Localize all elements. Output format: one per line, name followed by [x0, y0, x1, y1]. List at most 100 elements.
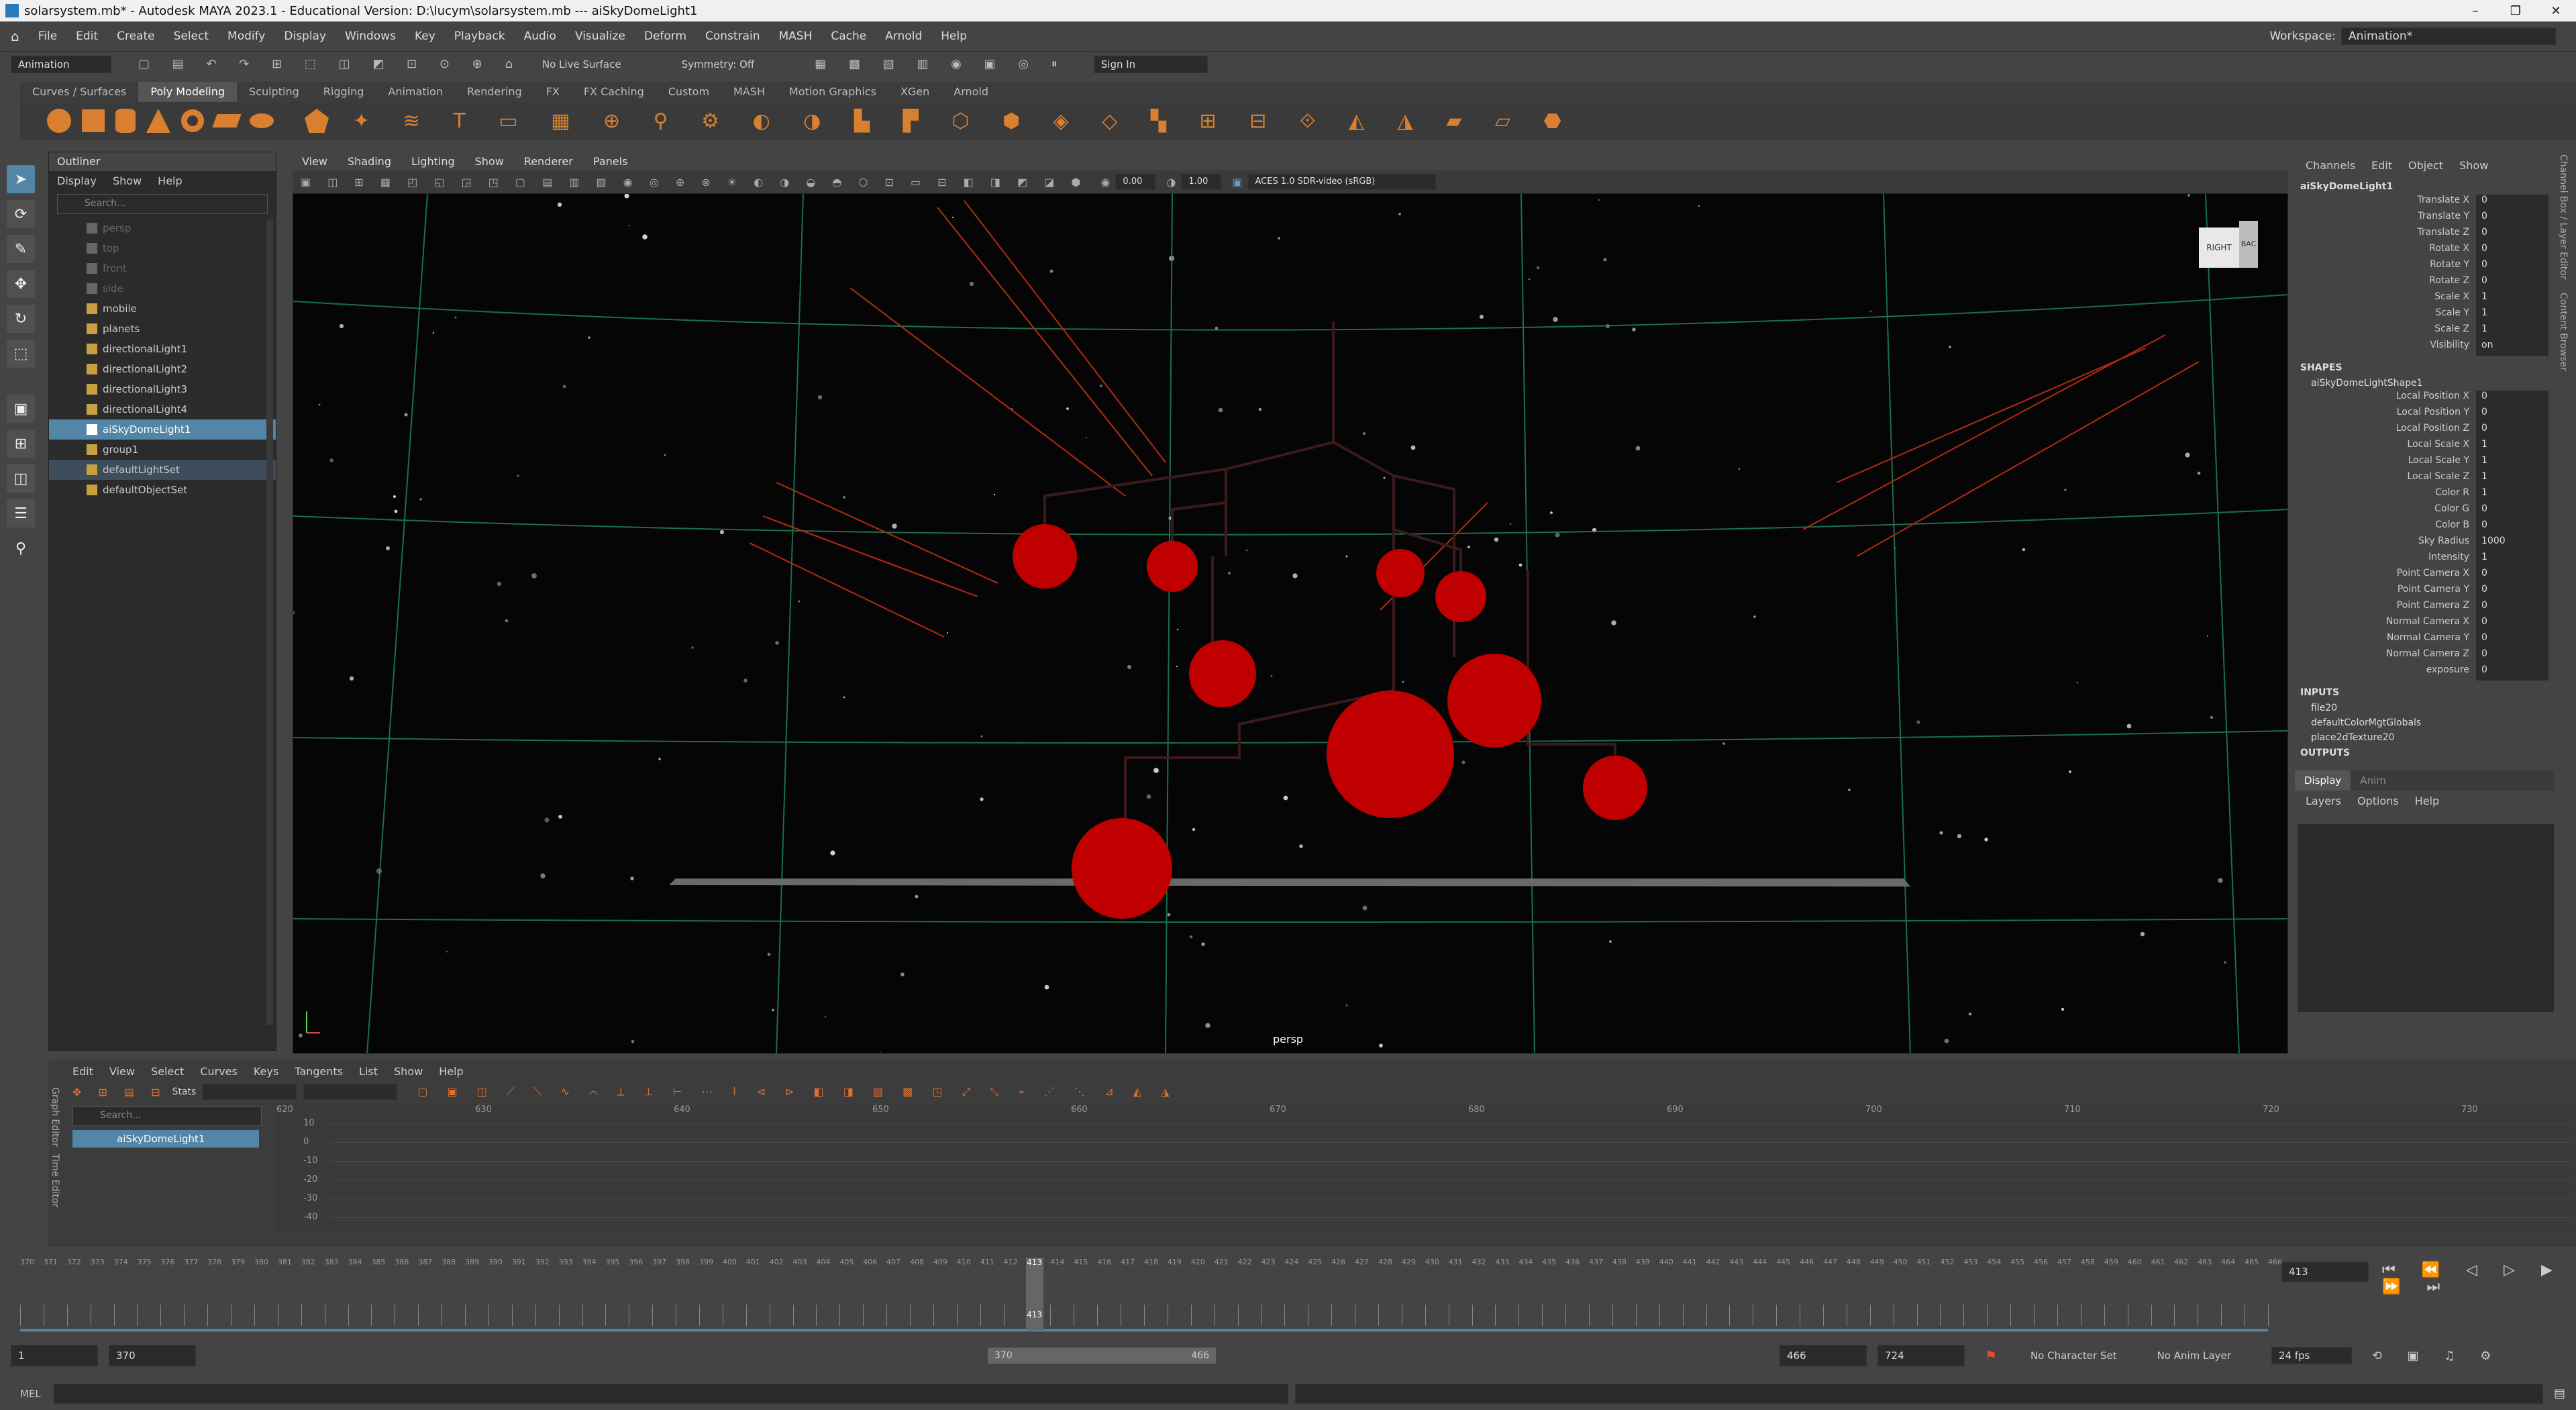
two-view-icon[interactable]: ◫ [7, 464, 35, 493]
channel-value[interactable]: 0 [2476, 259, 2548, 275]
rotate-tool-icon[interactable]: ↻ [7, 305, 35, 333]
layer-menu-help[interactable]: Help [2415, 795, 2439, 807]
channel-row[interactable]: Translate Y0 [2295, 211, 2554, 227]
channel-label[interactable]: Local Scale X [2295, 439, 2476, 455]
current-time-marker[interactable]: 413 413 [1025, 1258, 1043, 1330]
outliner-item[interactable]: directionalLight4 [49, 399, 276, 419]
live-surface-field[interactable]: No Live Surface [542, 58, 621, 70]
menu-audio[interactable]: Audio [524, 30, 556, 43]
channel-label[interactable]: Normal Camera Z [2295, 648, 2476, 664]
ge-menu-keys[interactable]: Keys [254, 1065, 278, 1078]
channel-label[interactable]: Visibility [2295, 340, 2476, 356]
viewcube-right[interactable]: RIGHT [2199, 228, 2239, 268]
vp-menu-lighting[interactable]: Lighting [411, 155, 455, 168]
menu-deform[interactable]: Deform [644, 30, 686, 43]
channel-row[interactable]: Scale Y1 [2295, 307, 2554, 323]
channel-label[interactable]: Local Position Z [2295, 423, 2476, 439]
menu-modify[interactable]: Modify [227, 30, 265, 43]
vp-menu-view[interactable]: View [302, 155, 327, 168]
channel-row[interactable]: Local Position X0 [2295, 391, 2554, 407]
shelf-tab-fx-caching[interactable]: FX Caching [572, 82, 656, 102]
channel-value[interactable]: 1 [2476, 552, 2548, 568]
stats-field-1[interactable] [203, 1084, 297, 1100]
menu-file[interactable]: File [38, 30, 57, 43]
ge-menu-edit[interactable]: Edit [72, 1065, 93, 1078]
channel-value[interactable]: 1 [2476, 455, 2548, 471]
menu-mash[interactable]: MASH [778, 30, 812, 43]
channel-row[interactable]: Scale Z1 [2295, 323, 2554, 340]
fps-select[interactable]: 24 fps [2271, 1347, 2352, 1364]
search-icon[interactable]: ⚲ [7, 534, 35, 562]
shelf-tab-rigging[interactable]: Rigging [311, 82, 376, 102]
channel-row[interactable]: Normal Camera Z0 [2295, 648, 2554, 664]
channel-row[interactable]: Normal Camera X0 [2295, 616, 2554, 632]
ge-menu-help[interactable]: Help [439, 1065, 463, 1078]
platonic-solid-icon[interactable] [305, 109, 329, 133]
shelf-tab-poly-modeling[interactable]: Poly Modeling [138, 82, 238, 102]
outliner-item[interactable]: mobile [49, 299, 276, 319]
range-start-field[interactable]: 370 [109, 1345, 196, 1366]
menu-display[interactable]: Display [284, 30, 326, 43]
mel-label[interactable]: MEL [20, 1388, 54, 1400]
exposure-field[interactable]: 0.00 [1115, 174, 1156, 190]
poly-cone-icon[interactable] [146, 109, 170, 133]
scale-tool-icon[interactable]: ⬚ [7, 340, 35, 368]
channel-label[interactable]: Color B [2295, 519, 2476, 536]
menu-select[interactable]: Select [174, 30, 209, 43]
viewcube[interactable]: RIGHT BAC [2199, 221, 2259, 274]
layer-menu-options[interactable]: Options [2357, 795, 2399, 807]
menu-arnold[interactable]: Arnold [885, 30, 922, 43]
select-tool-icon[interactable]: ➤ [7, 165, 35, 193]
vp-menu-shading[interactable]: Shading [348, 155, 391, 168]
outliner-layout-icon[interactable]: ☰ [7, 499, 35, 527]
minimize-button[interactable]: – [2455, 4, 2495, 18]
range-tool-icons[interactable]: ⟲ ▣ ♫ ⚙ [2372, 1349, 2502, 1363]
scene-start-field[interactable]: 1 [11, 1345, 98, 1366]
graph-area[interactable]: 620 630 640 650 660 670 680 690 700 710 720 730 10 0… [276, 1105, 2571, 1232]
outliner-item[interactable]: directionalLight2 [49, 359, 276, 379]
menu-edit[interactable]: Edit [76, 30, 98, 43]
four-view-icon[interactable]: ⊞ [7, 430, 35, 458]
menu-visualize[interactable]: Visualize [575, 30, 625, 43]
channel-value[interactable]: 0 [2476, 407, 2548, 423]
channel-label[interactable]: Local Position Y [2295, 407, 2476, 423]
channel-value[interactable]: 1 [2476, 471, 2548, 487]
outliner-scrollbar[interactable] [266, 219, 273, 1025]
paint-select-icon[interactable]: ✎ [7, 235, 35, 263]
time-slider[interactable]: 370 371 372 373 374 375 376 377 378 379 380 381 382 3… [0, 1255, 2576, 1336]
shelf-tab-xgen[interactable]: XGen [888, 82, 941, 102]
channel-row[interactable]: Translate X0 [2295, 195, 2554, 211]
home-icon[interactable]: ⌂ [11, 28, 19, 44]
poly-disc-icon[interactable] [250, 113, 274, 128]
channel-row[interactable]: Rotate Y0 [2295, 259, 2554, 275]
channel-row[interactable]: Local Scale Y1 [2295, 455, 2554, 471]
channel-label[interactable]: exposure [2295, 664, 2476, 681]
colorspace-select[interactable]: ACES 1.0 SDR-video (sRGB) [1247, 174, 1436, 190]
shelf-tab-fx[interactable]: FX [534, 82, 572, 102]
poly-torus-icon[interactable] [181, 109, 204, 132]
outliner-item[interactable]: top [49, 238, 276, 258]
channel-row[interactable]: Color B0 [2295, 519, 2554, 536]
menu-windows[interactable]: Windows [345, 30, 396, 43]
channel-value[interactable]: 0 [2476, 243, 2548, 259]
shelf-tab-rendering[interactable]: Rendering [455, 82, 534, 102]
shelf-tab-animation[interactable]: Animation [376, 82, 455, 102]
channel-row[interactable]: Color R1 [2295, 487, 2554, 503]
range-bar-track[interactable]: 370 466 [988, 1348, 1216, 1364]
channel-row[interactable]: Local Position Z0 [2295, 423, 2554, 439]
key-icon[interactable]: ⚑ [1985, 1348, 1997, 1364]
channel-value[interactable]: 0 [2476, 632, 2548, 648]
scene-end-field[interactable]: 724 [1877, 1345, 1965, 1366]
channel-value[interactable]: 0 [2476, 584, 2548, 600]
command-input[interactable] [54, 1383, 1288, 1404]
channel-value[interactable]: 0 [2476, 664, 2548, 681]
channel-row[interactable]: Point Camera X0 [2295, 568, 2554, 584]
anim-layer-select[interactable]: No Anim Layer [2157, 1350, 2231, 1362]
layer-tab-display[interactable]: Display [2295, 770, 2351, 791]
side-tab-content-browser[interactable]: Content Browser [2558, 293, 2569, 371]
channel-label[interactable]: Point Camera X [2295, 568, 2476, 584]
ge-curve-icons[interactable]: ▢ ▣ ◫ ⟋ ⟍ ∿ ⌒ ⟂ ⊥ ⊢ ⋯ ⌇ ⊲ ⊳ ◧ ◨ ▧ ▩ ◳ ⤢ … [417, 1085, 1177, 1099]
outliner-menu-help[interactable]: Help [158, 174, 182, 187]
ge-menu-view[interactable]: View [109, 1065, 135, 1078]
channel-row[interactable]: Local Position Y0 [2295, 407, 2554, 423]
